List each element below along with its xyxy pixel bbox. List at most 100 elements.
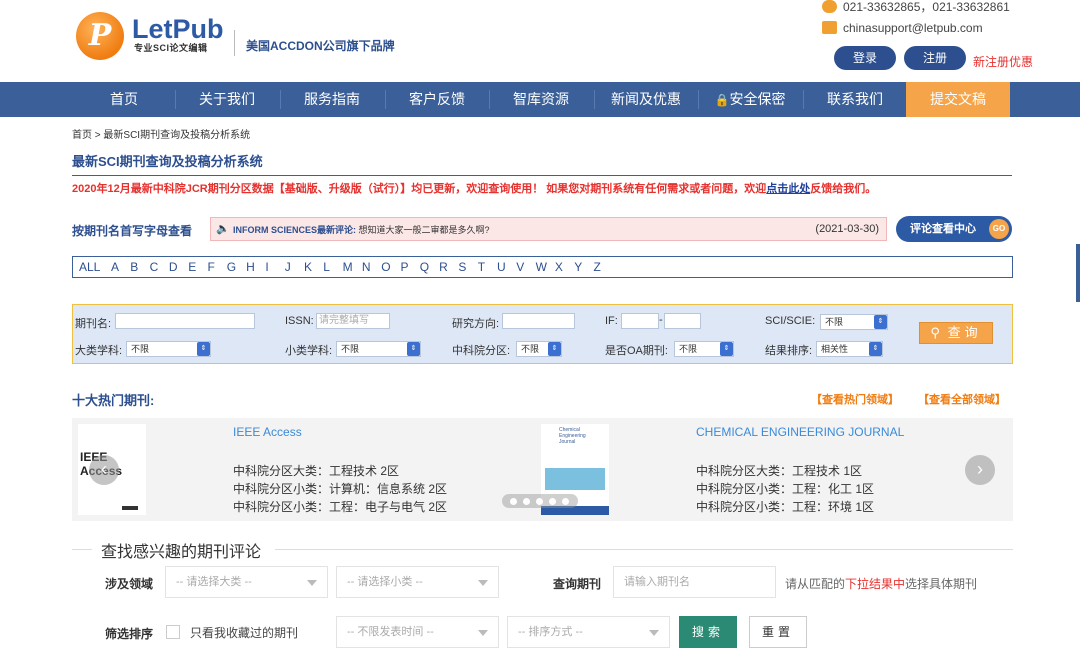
carousel-dot[interactable] xyxy=(562,498,569,505)
hint-highlight: 下拉结果中 xyxy=(845,577,906,591)
journal-name-label: 期刊名: xyxy=(75,318,112,330)
logo-divider xyxy=(234,30,235,56)
cas-zone-select[interactable]: 不限 ⇕ xyxy=(516,341,562,357)
carousel-next-icon[interactable]: › xyxy=(965,455,995,485)
letter-link[interactable]: C xyxy=(150,260,159,274)
letter-link[interactable]: A xyxy=(111,260,119,274)
nav-separator xyxy=(280,90,281,109)
letter-link[interactable]: P xyxy=(401,260,409,274)
letter-link[interactable]: ALL xyxy=(79,260,100,274)
oa-value: 不限 xyxy=(679,344,698,354)
nav-separator xyxy=(385,90,386,109)
letter-link[interactable]: V xyxy=(516,260,524,274)
nav-item[interactable]: 智库资源 xyxy=(489,82,593,117)
email-address[interactable]: chinasupport@letpub.com xyxy=(843,21,983,35)
nav-item[interactable]: 🔒安全保密 xyxy=(698,82,802,117)
review-reset-button[interactable]: 重置 xyxy=(749,616,807,648)
letter-link[interactable]: Q xyxy=(420,260,429,274)
letpub-logo[interactable]: P xyxy=(76,12,124,60)
scroll-indicator[interactable] xyxy=(1076,244,1080,302)
cas-zone-value: 不限 xyxy=(521,344,540,354)
breadcrumb[interactable]: 首页 > 最新SCI期刊查询及投稿分析系统 xyxy=(72,126,250,141)
letter-link[interactable]: W xyxy=(536,260,547,274)
carousel-dot[interactable] xyxy=(549,498,556,505)
major-category-select[interactable]: -- 请选择大类 -- xyxy=(165,566,328,598)
research-input[interactable] xyxy=(502,313,575,329)
order-select[interactable]: -- 排序方式 -- xyxy=(507,616,670,648)
login-button[interactable]: 登录 xyxy=(834,46,896,70)
letter-link[interactable]: D xyxy=(169,260,178,274)
letter-link[interactable]: E xyxy=(188,260,196,274)
letter-link[interactable]: T xyxy=(478,260,485,274)
journal-name-link[interactable]: IEEE Access xyxy=(233,425,302,439)
title-divider xyxy=(72,175,1012,176)
journal-name-input[interactable] xyxy=(115,313,255,329)
nav-item[interactable]: 客户反馈 xyxy=(385,82,489,117)
if-min-input[interactable] xyxy=(621,313,659,329)
if-max-input[interactable] xyxy=(664,313,701,329)
letter-link[interactable]: K xyxy=(304,260,312,274)
carousel-dot[interactable] xyxy=(536,498,543,505)
issn-input[interactable]: 请完整填写 xyxy=(316,313,390,329)
sci-select[interactable]: 不限 ⇕ xyxy=(820,314,888,330)
nav-item[interactable]: 服务指南 xyxy=(280,82,384,117)
minor-category-select[interactable]: -- 请选择小类 -- xyxy=(336,566,499,598)
only-favorites-checkbox[interactable] xyxy=(166,625,180,639)
letter-link[interactable]: L xyxy=(323,260,330,274)
brand-tagline: 美国ACCDON公司旗下品牌 xyxy=(246,39,395,53)
letter-link[interactable]: M xyxy=(343,260,353,274)
letter-link[interactable]: U xyxy=(497,260,506,274)
issn-label: ISSN: xyxy=(285,315,314,327)
view-hot-fields-link[interactable]: 【查看热门领域】 xyxy=(811,391,899,407)
latest-review-text[interactable]: INFORM SCIENCES最新评论: 想知道大家一般二审都是多久啊? xyxy=(233,223,490,236)
nav-separator xyxy=(175,90,176,109)
query-button[interactable]: ⚲ 查询 xyxy=(919,322,993,344)
letter-link[interactable]: Z xyxy=(594,260,601,274)
letter-link[interactable]: S xyxy=(458,260,466,274)
journal-query-input[interactable]: 请输入期刊名 xyxy=(613,566,776,598)
letter-link[interactable]: R xyxy=(439,260,448,274)
hot-journals-title: 十大热门期刊: xyxy=(72,393,155,408)
carousel-prev-icon[interactable]: ‹ xyxy=(89,455,119,485)
sort-select[interactable]: 相关性 ⇕ xyxy=(816,341,883,357)
chevron-down-icon xyxy=(307,580,317,586)
view-all-fields-link[interactable]: 【查看全部领域】 xyxy=(918,391,1006,407)
carousel-dot[interactable] xyxy=(510,498,517,505)
nav-item[interactable]: 关于我们 xyxy=(175,82,279,117)
phone-icon xyxy=(822,0,837,13)
letter-link[interactable]: H xyxy=(246,260,255,274)
journal-name-link[interactable]: CHEMICAL ENGINEERING JOURNAL xyxy=(696,425,904,439)
only-favorites-label[interactable]: 只看我收藏过的期刊 xyxy=(190,624,298,641)
hint-suffix: 选择具体期刊 xyxy=(905,577,978,591)
nav-item[interactable]: 首页 xyxy=(72,82,176,117)
nav-item[interactable]: 新闻及优惠 xyxy=(594,82,698,117)
letter-link[interactable]: G xyxy=(227,260,236,274)
research-label: 研究方向: xyxy=(452,318,500,330)
oa-select[interactable]: 不限 ⇕ xyxy=(674,341,734,357)
nav-item[interactable]: 联系我们 xyxy=(803,82,907,117)
notice-tail: 反馈给我们。 xyxy=(810,183,877,195)
letter-link[interactable]: F xyxy=(208,260,215,274)
review-search-button[interactable]: 搜索 xyxy=(679,616,737,648)
letter-link[interactable]: B xyxy=(130,260,138,274)
publish-time-select[interactable]: -- 不限发表时间 -- xyxy=(336,616,499,648)
notice-feedback-link[interactable]: 点击此处 xyxy=(766,183,810,195)
latest-review-bar[interactable]: 🔈 INFORM SCIENCES最新评论: 想知道大家一般二审都是多久啊? (… xyxy=(210,217,887,241)
letter-link[interactable]: O xyxy=(381,260,390,274)
review-center-button[interactable]: 评论查看中心 GO xyxy=(896,216,1012,242)
query-hint: 请从匹配的下拉结果中选择具体期刊 xyxy=(785,575,977,592)
letter-link[interactable]: N xyxy=(362,260,371,274)
letter-link[interactable]: X xyxy=(555,260,563,274)
register-promo-link[interactable]: 新注册优惠 xyxy=(973,53,1033,70)
minor-category-placeholder: -- 请选择小类 -- xyxy=(347,576,423,588)
review-content: 想知道大家一般二审都是多久啊? xyxy=(358,225,490,235)
carousel-dot[interactable] xyxy=(523,498,530,505)
logo-letter: P xyxy=(88,18,112,53)
letter-link[interactable]: I xyxy=(265,260,268,274)
letter-link[interactable]: J xyxy=(285,260,291,274)
register-button[interactable]: 注册 xyxy=(904,46,966,70)
major-subject-select[interactable]: 不限 ⇕ xyxy=(126,341,211,357)
nav-item[interactable]: 提交文稿 xyxy=(906,82,1010,117)
letter-link[interactable]: Y xyxy=(574,260,582,274)
minor-subject-select[interactable]: 不限 ⇕ xyxy=(336,341,421,357)
